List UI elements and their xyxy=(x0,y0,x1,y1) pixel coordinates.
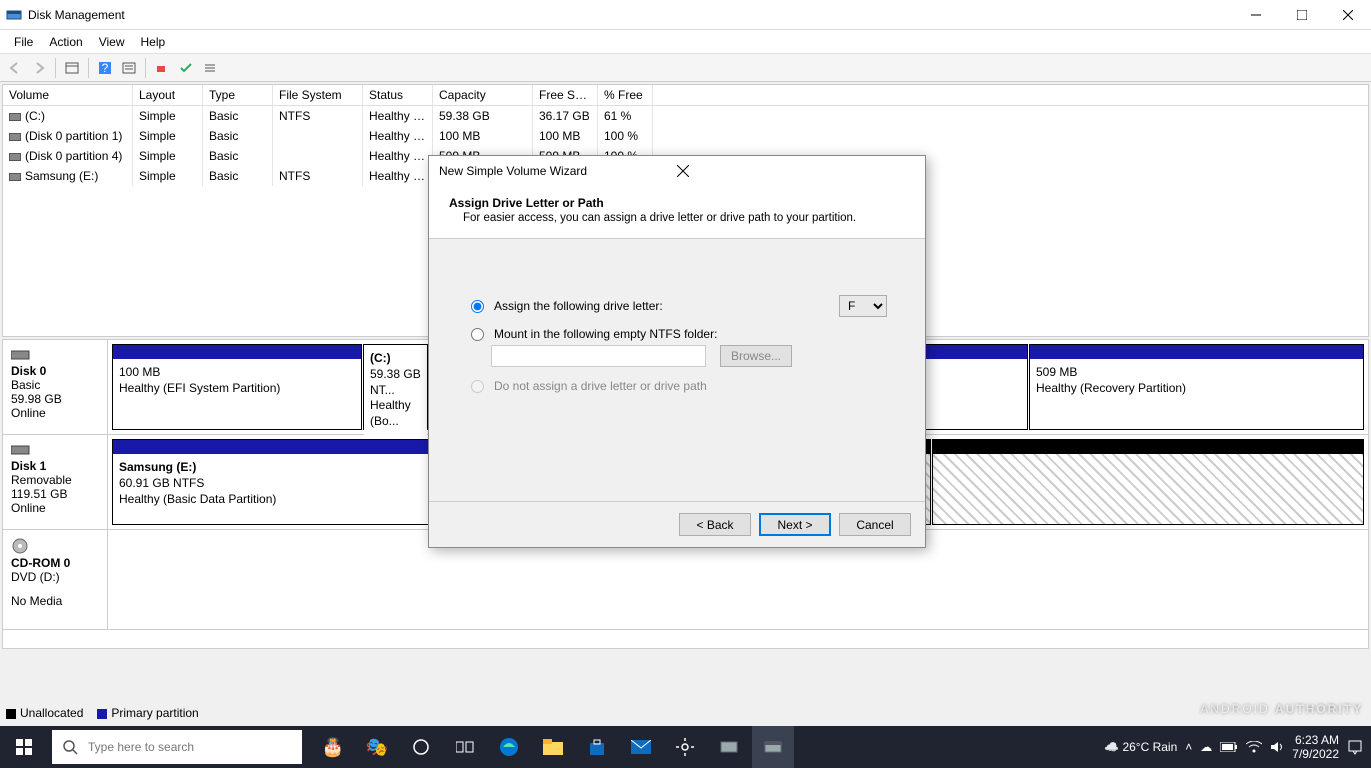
partition-unallocated[interactable] xyxy=(932,439,1364,525)
option-mount-folder[interactable]: Mount in the following empty NTFS folder… xyxy=(471,327,895,341)
option-no-assign[interactable]: Do not assign a drive letter or drive pa… xyxy=(471,379,895,393)
tray-wifi-icon[interactable] xyxy=(1246,741,1262,753)
search-icon xyxy=(62,739,78,755)
taskbar-store-icon[interactable] xyxy=(576,726,618,768)
view-icon[interactable] xyxy=(61,57,83,79)
taskbar-widgets-icon[interactable]: 🎂 xyxy=(312,726,354,768)
menu-help[interactable]: Help xyxy=(133,32,174,52)
menu-action[interactable]: Action xyxy=(41,32,90,52)
window-title: Disk Management xyxy=(28,8,1233,22)
weather-widget[interactable]: ☁️ 26°C Rain xyxy=(1104,740,1177,754)
table-row[interactable]: (C:)SimpleBasicNTFSHealthy (B...59.38 GB… xyxy=(3,106,1368,126)
taskbar-cortana-icon[interactable] xyxy=(400,726,442,768)
mount-path-input xyxy=(491,345,706,367)
back-icon[interactable] xyxy=(4,57,26,79)
radio-no-assign xyxy=(471,380,484,393)
disk-label: CD-ROM 0 DVD (D:) No Media xyxy=(3,530,108,629)
toolbar: ? xyxy=(0,54,1371,82)
partition[interactable]: 509 MBHealthy (Recovery Partition) xyxy=(1029,344,1364,430)
col-fs[interactable]: File System xyxy=(273,85,363,105)
help-icon[interactable]: ? xyxy=(94,57,116,79)
app-icon xyxy=(6,7,22,23)
list-icon[interactable] xyxy=(199,57,221,79)
tray-clock[interactable]: 6:23 AM 7/9/2022 xyxy=(1292,733,1339,762)
taskbar-mail-icon[interactable] xyxy=(620,726,662,768)
system-tray: ☁️ 26°C Rain ˄ ☁ 6:23 AM 7/9/2022 xyxy=(1096,733,1371,762)
svg-text:?: ? xyxy=(102,61,109,75)
dialog-title: New Simple Volume Wizard xyxy=(439,164,677,178)
taskbar-app-icon[interactable] xyxy=(708,726,750,768)
col-pct[interactable]: % Free xyxy=(598,85,653,105)
watermark: ANDROID AUTHORITY xyxy=(1200,697,1363,718)
back-button[interactable]: < Back xyxy=(679,513,751,536)
next-button[interactable]: Next > xyxy=(759,513,831,536)
tray-volume-icon[interactable] xyxy=(1270,740,1284,754)
tray-chevron-icon[interactable]: ˄ xyxy=(1185,740,1192,754)
partition[interactable]: Samsung (E:)60.91 GB NTFSHealthy (Basic … xyxy=(112,439,430,525)
dialog-titlebar: New Simple Volume Wizard xyxy=(429,156,925,186)
dialog-close-icon[interactable] xyxy=(677,165,915,177)
col-status[interactable]: Status xyxy=(363,85,433,105)
properties-icon[interactable] xyxy=(118,57,140,79)
search-box[interactable]: Type here to search xyxy=(52,730,302,764)
col-capacity[interactable]: Capacity xyxy=(433,85,533,105)
partition[interactable]: 100 MBHealthy (EFI System Partition) xyxy=(112,344,362,430)
taskbar-diskmgmt-icon[interactable] xyxy=(752,726,794,768)
tray-notifications-icon[interactable] xyxy=(1347,739,1363,755)
menu-view[interactable]: View xyxy=(91,32,133,52)
drive-letter-select[interactable]: F xyxy=(839,295,887,317)
taskbar: Type here to search 🎂 🎭 ☁️ 26°C Rain ˄ ☁… xyxy=(0,726,1371,768)
browse-button: Browse... xyxy=(720,345,792,367)
disk-label: Disk 0 Basic 59.98 GB Online xyxy=(3,340,108,434)
maximize-button[interactable] xyxy=(1279,0,1325,30)
taskbar-taskview-icon[interactable] xyxy=(444,726,486,768)
tray-battery-icon[interactable] xyxy=(1220,742,1238,752)
option-assign-letter[interactable]: Assign the following drive letter: F xyxy=(471,295,895,317)
taskbar-emoji-icon[interactable]: 🎭 xyxy=(356,726,398,768)
volume-list-header: Volume Layout Type File System Status Ca… xyxy=(3,85,1368,106)
col-free[interactable]: Free Spa... xyxy=(533,85,598,105)
taskbar-edge-icon[interactable] xyxy=(488,726,530,768)
menu-file[interactable]: File xyxy=(6,32,41,52)
titlebar: Disk Management xyxy=(0,0,1371,30)
wizard-dialog: New Simple Volume Wizard Assign Drive Le… xyxy=(428,155,926,548)
minimize-button[interactable] xyxy=(1233,0,1279,30)
col-volume[interactable]: Volume xyxy=(3,85,133,105)
action-icon[interactable] xyxy=(151,57,173,79)
radio-mount-folder[interactable] xyxy=(471,328,484,341)
taskbar-explorer-icon[interactable] xyxy=(532,726,574,768)
start-button[interactable] xyxy=(0,726,48,768)
tray-onedrive-icon[interactable]: ☁ xyxy=(1200,740,1212,754)
radio-assign-letter[interactable] xyxy=(471,300,484,313)
col-type[interactable]: Type xyxy=(203,85,273,105)
legend: Unallocated Primary partition xyxy=(6,706,199,720)
check-icon[interactable] xyxy=(175,57,197,79)
close-button[interactable] xyxy=(1325,0,1371,30)
forward-icon[interactable] xyxy=(28,57,50,79)
dialog-header: Assign Drive Letter or Path For easier a… xyxy=(429,186,925,239)
cancel-button[interactable]: Cancel xyxy=(839,513,911,536)
taskbar-settings-icon[interactable] xyxy=(664,726,706,768)
table-row[interactable]: (Disk 0 partition 1)SimpleBasicHealthy (… xyxy=(3,126,1368,146)
partition[interactable]: (C:)59.38 GB NT...Healthy (Bo... xyxy=(363,344,428,430)
search-placeholder: Type here to search xyxy=(88,740,194,754)
menubar: File Action View Help xyxy=(0,30,1371,54)
col-layout[interactable]: Layout xyxy=(133,85,203,105)
disk-label: Disk 1 Removable 119.51 GB Online xyxy=(3,435,108,529)
